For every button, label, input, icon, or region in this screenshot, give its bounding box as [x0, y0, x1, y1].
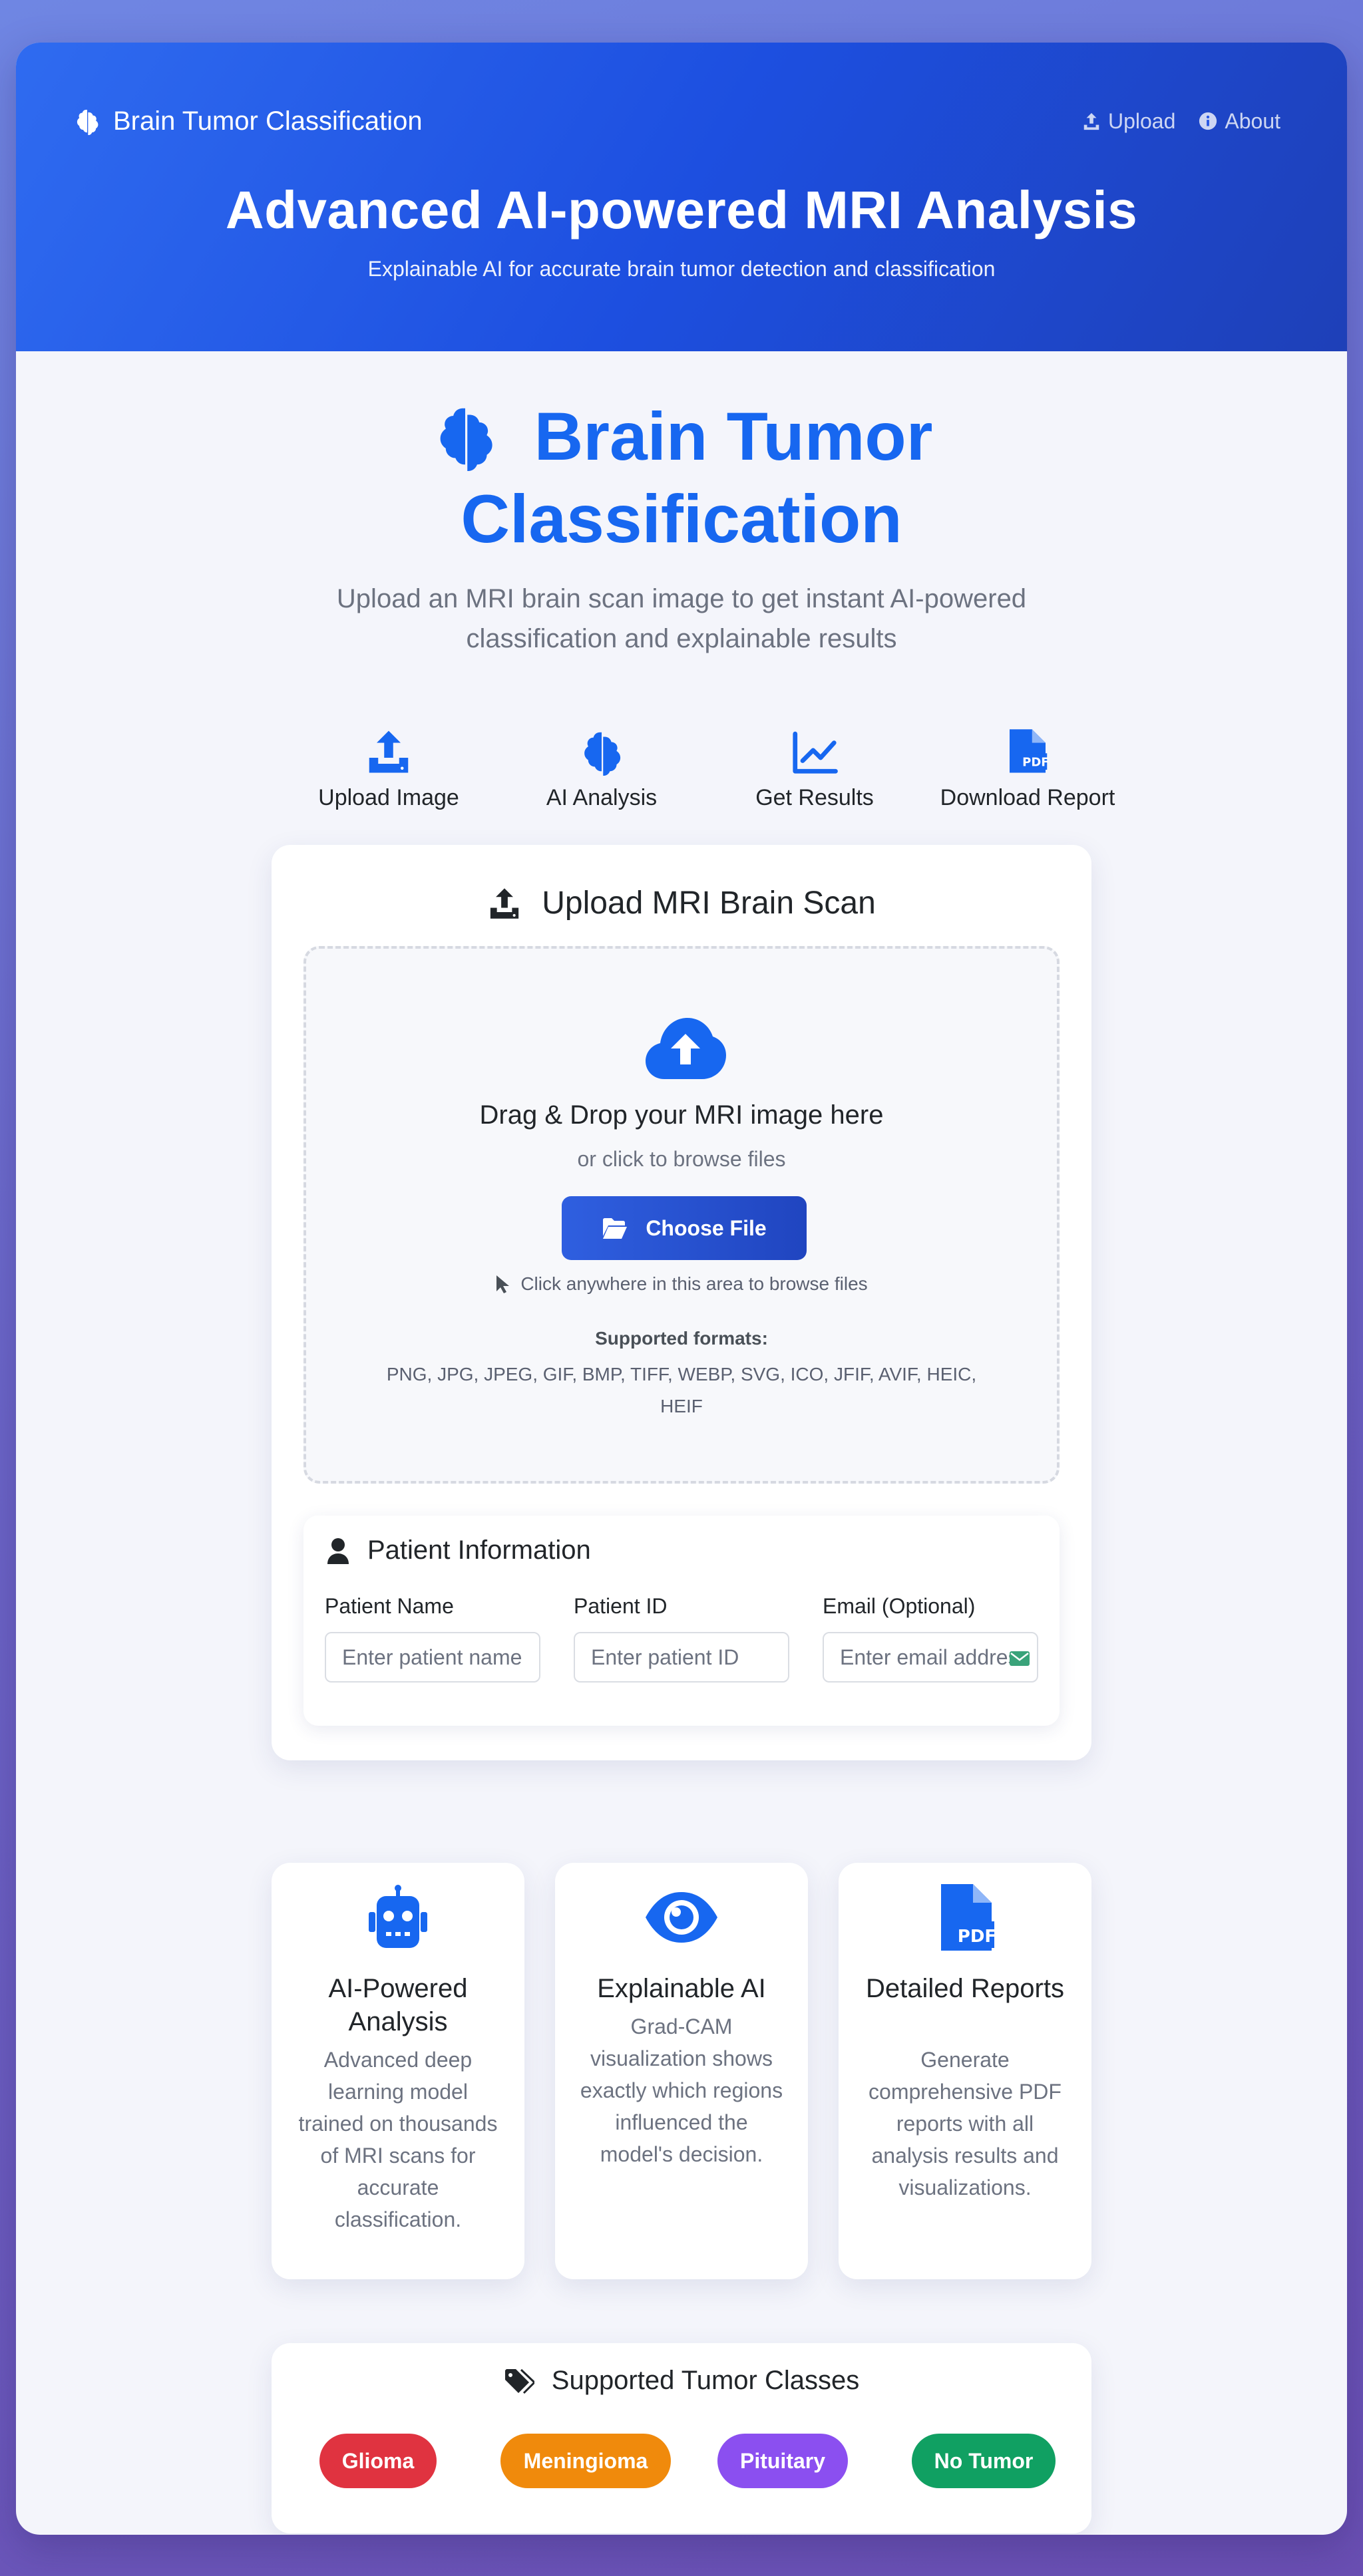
patient-info-title: Patient Information: [326, 1535, 591, 1565]
tumor-classes-title-text: Supported Tumor Classes: [551, 2366, 860, 2395]
svg-text:PDF: PDF: [958, 1927, 996, 1947]
dropzone-subtitle: or click to browse files: [577, 1147, 786, 1171]
step-label: AI Analysis: [546, 785, 658, 810]
patient-info-panel: Patient Information Patient Name Enter p…: [303, 1516, 1060, 1726]
nav-upload-label: Upload: [1107, 108, 1176, 133]
upload-icon: [369, 730, 409, 773]
step-get-results: Get Results: [708, 728, 921, 811]
step-label: Get Results: [755, 785, 874, 810]
brain-icon: [77, 109, 98, 135]
email-input[interactable]: Enter email address: [823, 1632, 1038, 1683]
patient-name-input[interactable]: Enter patient name: [325, 1632, 540, 1683]
feature-text: Advanced deep learning model trained on …: [298, 2048, 498, 2231]
eye-icon: [646, 1892, 717, 1943]
step-upload-image: Upload Image: [282, 728, 495, 811]
choose-file-label: Choose File: [646, 1215, 767, 1240]
pdf-file-icon: PDF: [1010, 729, 1050, 773]
feature-card-detailed-reports: PDF Detailed Reports Generate comprehens…: [839, 1863, 1091, 2279]
user-icon: [327, 1537, 349, 1564]
class-badge-pituitary: Pituitary: [717, 2434, 848, 2488]
brain-icon: [584, 732, 621, 776]
hero-header: Brain Tumor Classification Upload About …: [16, 43, 1347, 351]
info-icon: [1199, 112, 1217, 130]
feature-title: Explainable AI: [597, 1974, 766, 2003]
class-badge-no-tumor: No Tumor: [912, 2434, 1056, 2488]
nav-links: Upload About: [1081, 109, 1280, 134]
pdf-file-icon: PDF: [941, 1884, 996, 1951]
feature-title: Detailed Reports: [866, 1974, 1064, 2003]
chart-line-icon: [793, 731, 838, 774]
page-title-line1: Brain Tumor: [534, 399, 933, 474]
app-window: Brain Tumor Classification Upload About …: [16, 43, 1347, 2535]
patient-id-input[interactable]: Enter patient ID: [574, 1632, 789, 1683]
tags-icon: [504, 2368, 534, 2394]
robot-icon: [369, 1885, 427, 1948]
upload-card-title: Upload MRI Brain Scan: [272, 885, 1091, 921]
upload-card: Upload MRI Brain Scan Drag & Drop your M…: [272, 845, 1091, 1760]
nav-upload-link[interactable]: Upload: [1081, 109, 1175, 134]
navbar: Brain Tumor Classification Upload About: [73, 104, 1280, 138]
formats-label: Supported formats:: [595, 1328, 768, 1349]
page-title: Brain Tumor Classification: [16, 395, 1347, 560]
formats-list: PNG, JPG, JPEG, GIF, BMP, TIFF, WEBP, SV…: [386, 1364, 977, 1416]
class-badge-meningioma: Meningioma: [500, 2434, 671, 2488]
nav-about-link[interactable]: About: [1198, 109, 1280, 134]
page-title-line2: Classification: [461, 481, 902, 557]
patient-id-field: Patient ID Enter patient ID: [574, 1594, 789, 1683]
dropzone-title: Drag & Drop your MRI image here: [479, 1100, 884, 1130]
cloud-upload-icon: [646, 1018, 726, 1079]
step-label: Download Report: [940, 785, 1115, 810]
upload-icon: [1083, 112, 1099, 130]
svg-text:PDF: PDF: [1022, 755, 1049, 769]
cursor-icon: [496, 1275, 510, 1293]
tumor-classes-title: Supported Tumor Classes: [272, 2366, 1091, 2396]
hero-title: Advanced AI-powered MRI Analysis: [225, 180, 1138, 240]
step-label: Upload Image: [318, 785, 459, 810]
feature-text: Grad-CAM visualization shows exactly whi…: [580, 2014, 783, 2166]
folder-open-icon: [603, 1218, 628, 1239]
upload-icon: [490, 887, 519, 919]
brand-title: Brain Tumor Classification: [113, 106, 423, 136]
autofill-badge-icon: [1010, 1651, 1030, 1666]
step-download-report: PDF Download Report: [921, 728, 1134, 811]
feature-card-explainable-ai: Explainable AI Grad-CAM visualization sh…: [555, 1863, 808, 2279]
dropzone-hint: Click anywhere in this area to browse fi…: [306, 1273, 1057, 1295]
process-steps: Upload Image AI Analysis Get Results PDF…: [282, 728, 1134, 811]
patient-info-title-text: Patient Information: [367, 1535, 591, 1565]
class-badge-glioma: Glioma: [319, 2434, 437, 2488]
hero-subtitle: Explainable AI for accurate brain tumor …: [367, 257, 996, 281]
dropzone[interactable]: Drag & Drop your MRI image here or click…: [303, 946, 1060, 1484]
patient-name-label: Patient Name: [325, 1594, 454, 1618]
choose-file-button[interactable]: Choose File: [562, 1196, 807, 1260]
patient-name-field: Patient Name Enter patient name: [325, 1594, 540, 1683]
feature-card-ai-analysis: AI-Powered Analysis Advanced deep learni…: [272, 1863, 524, 2279]
nav-about-label: About: [1225, 108, 1280, 133]
page-subtitle: Upload an MRI brain scan image to get in…: [336, 584, 1027, 653]
step-ai-analysis: AI Analysis: [495, 728, 708, 811]
feature-text: Generate comprehensive PDF reports with …: [869, 2048, 1062, 2199]
upload-card-title-text: Upload MRI Brain Scan: [542, 886, 876, 921]
email-field: Email (Optional) Enter email address: [823, 1594, 1038, 1683]
feature-title: AI-Powered Analysis: [328, 1974, 468, 2036]
brand[interactable]: Brain Tumor Classification: [73, 106, 423, 136]
email-placeholder: Enter email address: [840, 1645, 1030, 1669]
tumor-classes-card: Supported Tumor Classes Glioma Meningiom…: [272, 2343, 1091, 2533]
brain-icon: [440, 408, 492, 471]
email-label: Email (Optional): [823, 1594, 976, 1618]
dropzone-hint-text: Click anywhere in this area to browse fi…: [520, 1273, 868, 1294]
patient-id-label: Patient ID: [574, 1594, 668, 1618]
